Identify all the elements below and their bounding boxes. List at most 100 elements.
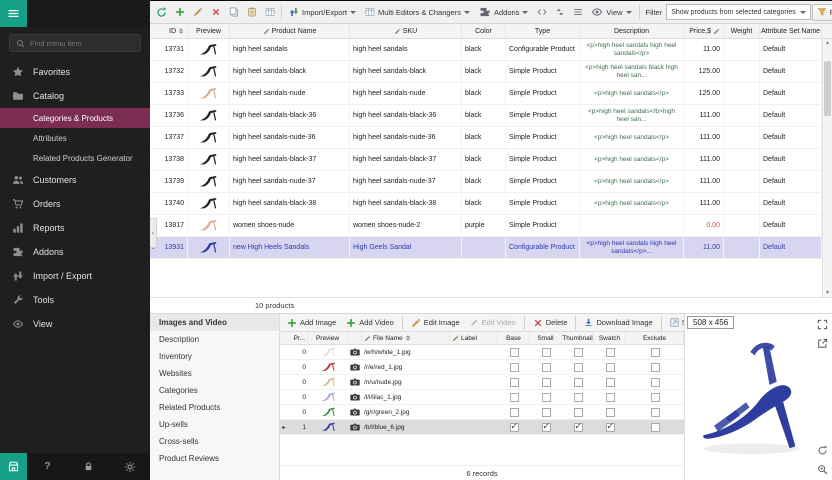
exclude-checkbox[interactable]	[651, 408, 660, 417]
edit-product-button[interactable]	[189, 4, 206, 21]
column-header-file-name[interactable]: File Name	[362, 332, 450, 344]
product-name[interactable]: women shoes-nude	[230, 215, 350, 236]
product-row[interactable]: 13738 high heel sandals-black-37 high he…	[150, 149, 822, 171]
image-file-name[interactable]: /l/i/lilac_1.jpg	[362, 390, 450, 404]
detail-tab-websites[interactable]: Websites	[150, 365, 279, 382]
edit-video-button[interactable]: Edit Video	[466, 315, 520, 331]
image-label[interactable]	[450, 375, 498, 389]
multi-editors-button[interactable]: Multi Editors & Changers	[361, 4, 474, 21]
add-image-button[interactable]: Add Image	[283, 315, 340, 331]
small-checkbox[interactable]	[542, 423, 551, 432]
lock-button[interactable]	[81, 459, 97, 475]
column-header-price[interactable]: Price,$	[684, 24, 724, 38]
product-price[interactable]: 0.00	[684, 215, 724, 236]
delete-image-button[interactable]: Delete	[529, 315, 572, 331]
product-row[interactable]: 13731 high heel sandals high heel sandal…	[150, 39, 822, 61]
copy-button[interactable]	[225, 4, 242, 21]
exclude-checkbox[interactable]	[651, 378, 660, 387]
base-checkbox[interactable]	[510, 348, 519, 357]
product-sku[interactable]: high heel sandals-black-38	[350, 193, 462, 214]
exclude-checkbox[interactable]	[651, 423, 660, 432]
sidebar-item-addons[interactable]: Addons	[0, 240, 150, 264]
product-name[interactable]: high heel sandals	[230, 39, 350, 60]
small-checkbox[interactable]	[542, 378, 551, 387]
image-row[interactable]: 0 /g/r/green_2.jpg	[280, 405, 684, 420]
detail-tab-cross-sells[interactable]: Cross-sells	[150, 433, 279, 450]
column-header-small[interactable]: Small	[530, 332, 562, 344]
settings-button[interactable]	[122, 459, 138, 475]
product-sku[interactable]: women shoes-nude-2	[350, 215, 462, 236]
image-label[interactable]	[450, 360, 498, 374]
paste-button[interactable]	[243, 4, 260, 21]
thumbnail-checkbox[interactable]	[574, 393, 583, 402]
column-header-preview[interactable]: Preview	[188, 24, 230, 38]
column-header-color[interactable]: Color	[462, 24, 506, 38]
sidebar-item-attributes[interactable]: Attributes	[0, 128, 150, 148]
thumbnail-checkbox[interactable]	[574, 408, 583, 417]
column-header-sku[interactable]: SKU	[350, 24, 462, 38]
products-scrollbar[interactable]: ▲ ▼	[822, 39, 832, 297]
download-image-button[interactable]: Download Image	[580, 315, 656, 331]
thumbnail-checkbox[interactable]	[574, 423, 583, 432]
sidebar-item-categories-products[interactable]: Categories & Products	[0, 108, 150, 128]
product-row[interactable]: 13740 high heel sandals-black-38 high he…	[150, 193, 822, 215]
import-export-button[interactable]: Import/Export	[285, 4, 360, 21]
product-name[interactable]: high heel sandals-black-38	[230, 193, 350, 214]
small-checkbox[interactable]	[542, 393, 551, 402]
product-name[interactable]: high heel sandals-black	[230, 61, 350, 82]
image-label[interactable]	[450, 390, 498, 404]
column-header-type[interactable]: Type	[506, 24, 580, 38]
product-price[interactable]: 125.00	[684, 83, 724, 104]
view-button[interactable]: View	[587, 4, 635, 21]
base-checkbox[interactable]	[510, 423, 519, 432]
small-checkbox[interactable]	[542, 408, 551, 417]
column-header-position[interactable]: Pr...	[288, 332, 308, 344]
product-sku[interactable]: high heel sandals-black-36	[350, 105, 462, 126]
addons-button[interactable]: Addons	[475, 4, 532, 21]
detail-tab-images-and-video[interactable]: Images and Video	[150, 314, 279, 331]
image-row[interactable]: 0 /n/u/nude.jpg	[280, 375, 684, 390]
detail-tab-product-reviews[interactable]: Product Reviews	[150, 450, 279, 467]
sidebar-item-orders[interactable]: Orders	[0, 192, 150, 216]
product-sku[interactable]: high heel sandals-black-37	[350, 149, 462, 170]
sidebar-search[interactable]	[9, 34, 141, 52]
html-editor-button[interactable]	[533, 4, 550, 21]
sidebar-item-tools[interactable]: Tools	[0, 288, 150, 312]
sort-button[interactable]	[551, 4, 568, 21]
image-row[interactable]: ▸ 1 /b/l/blue_6.jpg	[280, 420, 684, 435]
store-button[interactable]	[0, 453, 27, 480]
product-row[interactable]: 13736 high heel sandals-black-36 high he…	[150, 105, 822, 127]
product-price[interactable]: 111.00	[684, 171, 724, 192]
rotate-image-button[interactable]	[815, 443, 829, 457]
column-header-id[interactable]: ID	[158, 24, 188, 38]
open-image-button[interactable]	[815, 336, 829, 350]
swatch-checkbox[interactable]	[606, 423, 615, 432]
thumbnail-checkbox[interactable]	[574, 348, 583, 357]
column-header-thumbnail[interactable]: Thumbnail	[562, 332, 594, 344]
product-sku[interactable]: high heel sandals	[350, 39, 462, 60]
small-checkbox[interactable]	[542, 363, 551, 372]
product-sku[interactable]: high heel sandals-nude-36	[350, 127, 462, 148]
product-row[interactable]: 13732 high heel sandals-black high heel …	[150, 61, 822, 83]
list-view-button[interactable]	[569, 4, 586, 21]
scroll-down-icon[interactable]: ▼	[825, 289, 830, 297]
column-header-attribute-set[interactable]: Attribute Set Name	[760, 24, 822, 38]
column-header-description[interactable]: Description	[580, 24, 684, 38]
column-header-label[interactable]: Label	[450, 332, 498, 344]
sidebar-item-favorites[interactable]: Favorites	[0, 60, 150, 84]
column-header-swatch[interactable]: Swatch	[594, 332, 626, 344]
exclude-checkbox[interactable]	[651, 363, 660, 372]
edit-image-button[interactable]: Edit Image	[407, 315, 464, 331]
column-header-preview[interactable]: Preview	[308, 332, 348, 344]
product-price[interactable]: 11.00	[684, 237, 724, 258]
scroll-up-icon[interactable]: ▲	[825, 39, 830, 47]
product-sku[interactable]: High Geels Sandal	[350, 237, 462, 258]
filters-button[interactable]: Filters	[812, 4, 832, 21]
category-filter-select[interactable]: Show products from selected categories	[666, 4, 811, 20]
sidebar-item-import-export[interactable]: Import / Export	[0, 264, 150, 288]
help-button[interactable]: ?	[40, 459, 56, 475]
product-name[interactable]: new High Heels Sandals	[230, 237, 350, 258]
base-checkbox[interactable]	[510, 363, 519, 372]
small-checkbox[interactable]	[542, 348, 551, 357]
product-sku[interactable]: high heel sandals-nude	[350, 83, 462, 104]
